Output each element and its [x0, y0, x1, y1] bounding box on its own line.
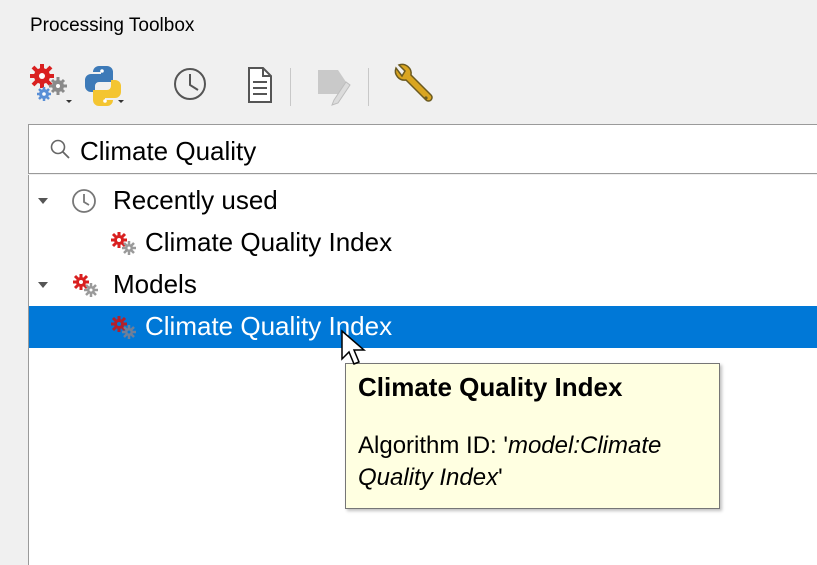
expand-arrow-icon[interactable]: [37, 196, 49, 206]
toolbar-separator: [368, 68, 369, 106]
options-button[interactable]: [388, 62, 434, 112]
mouse-cursor-icon: [341, 329, 367, 365]
models-gear-icon: [30, 64, 72, 103]
tooltip-id-value: model:Climate: [507, 432, 662, 459]
tree-item-climate-quality-index-model[interactable]: Climate Quality Index: [29, 306, 817, 348]
model-gear-icon: [111, 232, 136, 255]
search-field[interactable]: Climate Quality: [28, 124, 817, 174]
toolbar-separator: [290, 68, 291, 106]
search-icon: [50, 139, 70, 159]
tree-group-label: Models: [113, 269, 197, 299]
results-viewer-button[interactable]: [240, 62, 286, 112]
history-button[interactable]: [170, 62, 216, 112]
tree-group-label: Recently used: [113, 185, 278, 215]
tooltip-title: Climate Quality Index: [358, 372, 623, 402]
models-button[interactable]: [28, 62, 74, 112]
tree-item-label: Climate Quality Index: [145, 227, 393, 257]
tree-group-recently-used[interactable]: Recently used: [29, 180, 817, 222]
clock-icon: [72, 189, 96, 213]
tree-item-climate-quality-index-recent[interactable]: Climate Quality Index: [29, 222, 817, 264]
panel-title: Processing Toolbox: [30, 15, 195, 36]
history-clock-icon: [174, 68, 206, 100]
tooltip-id-value-cont: Quality Index: [358, 464, 499, 491]
algorithm-tooltip: Climate Quality Index Algorithm ID: 'mod…: [345, 363, 720, 509]
models-gear-icon: [73, 274, 98, 297]
edit-in-place-button[interactable]: [310, 62, 356, 112]
options-wrench-icon: [394, 63, 433, 102]
tree-group-models[interactable]: Models: [29, 264, 817, 306]
tooltip-algorithm-id-cont: Quality Index': [358, 464, 503, 492]
tooltip-id-prefix: Algorithm ID: ': [358, 432, 508, 459]
python-button[interactable]: [80, 62, 126, 112]
model-gear-icon: [111, 316, 136, 339]
edit-in-place-icon: [318, 70, 351, 106]
results-document-icon: [248, 67, 272, 103]
toolbar: [28, 62, 817, 112]
tooltip-algorithm-id: Algorithm ID: 'model:Climate: [358, 432, 661, 460]
python-icon: [85, 66, 124, 106]
tooltip-id-suffix: ': [498, 464, 503, 491]
search-input[interactable]: Climate Quality: [80, 136, 256, 167]
expand-arrow-icon[interactable]: [37, 280, 49, 290]
